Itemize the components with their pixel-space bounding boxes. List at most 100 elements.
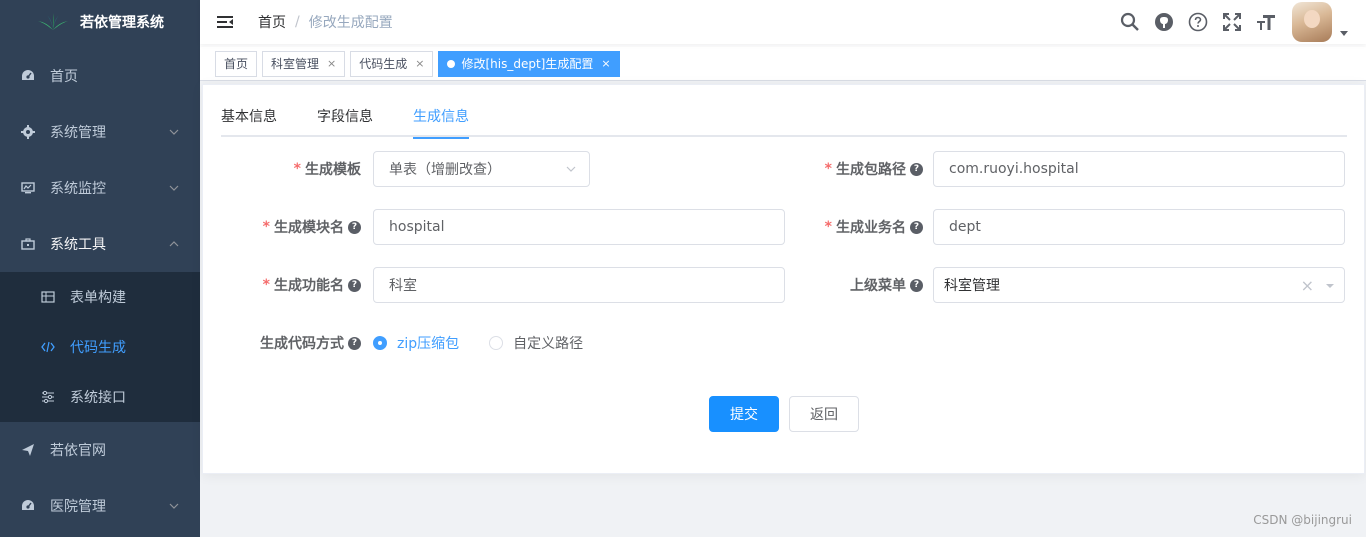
label-text: 生成代码方式	[260, 336, 344, 352]
sidebar-item-label: 若依官网	[50, 443, 106, 459]
question-circle-icon[interactable]: ?	[910, 162, 923, 176]
question-circle-icon[interactable]: ?	[348, 278, 361, 292]
package-label: * 生成包路径 ?	[783, 159, 923, 179]
parent-menu-value: 科室管理	[944, 278, 1000, 294]
tab-field-info[interactable]: 字段信息	[317, 85, 373, 137]
caret-down-icon[interactable]	[1340, 30, 1348, 36]
parent-menu-treeselect[interactable]: 科室管理 ×	[933, 267, 1345, 303]
question-circle-icon[interactable]: ?	[910, 278, 923, 292]
breadcrumb-separator: /	[295, 14, 300, 30]
sidebar-item-system-manage[interactable]: 系统管理	[0, 104, 200, 160]
package-input[interactable]: com.ruoyi.hospital	[933, 151, 1345, 187]
tag-label: 首页	[224, 56, 249, 71]
avatar[interactable]	[1292, 2, 1332, 42]
chevron-down-icon	[169, 129, 179, 135]
tag-code-gen[interactable]: 代码生成 ×	[350, 50, 434, 77]
submenu-system-tools: 表单构建 代码生成 系统接口	[0, 272, 200, 422]
row-gen-type: 生成代码方式 ? zip压缩包 自定义路径	[223, 333, 613, 353]
gen-config-card: 基本信息 字段信息 生成信息 * 生成模板 单表（增删改查） * 生成包路径 ?…	[202, 84, 1365, 474]
parent-menu-label: 上级菜单 ?	[783, 275, 923, 295]
tag-home[interactable]: 首页	[215, 50, 258, 77]
row-package: * 生成包路径 ? com.ruoyi.hospital	[783, 151, 1345, 187]
form-grid-icon	[40, 289, 56, 305]
radio-label: zip压缩包	[397, 336, 460, 352]
dashboard-icon	[20, 498, 36, 514]
tabs: 基本信息 字段信息 生成信息	[221, 85, 1347, 139]
tab-basic-info[interactable]: 基本信息	[221, 85, 277, 137]
radio-custom-path[interactable]: 自定义路径	[489, 333, 583, 353]
logo[interactable]: 若依管理系统	[0, 0, 200, 44]
radio-circle	[489, 336, 504, 350]
tag-dept-manage[interactable]: 科室管理 ×	[262, 50, 346, 77]
close-icon[interactable]: ×	[327, 52, 336, 76]
required-mark: *	[262, 219, 270, 235]
radio-zip[interactable]: zip压缩包	[373, 333, 459, 353]
business-input[interactable]: dept	[933, 209, 1345, 245]
template-label: * 生成模板	[223, 159, 361, 179]
required-mark: *	[824, 219, 832, 235]
app-title: 若依管理系统	[80, 15, 164, 31]
close-icon[interactable]: ×	[415, 52, 424, 76]
label-text: 生成功能名	[274, 278, 344, 294]
gen-type-label: 生成代码方式 ?	[223, 333, 361, 353]
sidebar-subitem-label: 系统接口	[70, 390, 126, 406]
search-icon[interactable]	[1120, 12, 1140, 32]
sliders-icon	[40, 389, 56, 405]
question-circle-icon[interactable]	[1188, 12, 1208, 32]
watermark: CSDN @bijingrui	[1253, 513, 1352, 527]
module-label: * 生成模块名 ?	[223, 217, 361, 237]
fullscreen-icon[interactable]	[1222, 12, 1242, 32]
function-label: * 生成功能名 ?	[223, 275, 361, 295]
sidebar-item-label: 医院管理	[50, 499, 106, 515]
breadcrumb-home[interactable]: 首页	[258, 12, 286, 32]
hamburger-icon[interactable]	[216, 13, 234, 31]
close-icon[interactable]: ×	[601, 52, 610, 76]
module-input[interactable]: hospital	[373, 209, 785, 245]
tag-label: 科室管理	[271, 56, 320, 71]
monitor-icon	[20, 180, 36, 196]
template-select[interactable]: 单表（增删改查）	[373, 151, 590, 187]
radio-circle	[373, 336, 387, 350]
caret-down-icon[interactable]	[1325, 281, 1335, 291]
sidebar-subitem-code-gen[interactable]: 代码生成	[0, 322, 200, 372]
active-dot-icon	[447, 59, 456, 68]
navbar: 首页 / 修改生成配置	[200, 0, 1366, 44]
tab-gen-info[interactable]: 生成信息	[413, 85, 469, 139]
question-circle-icon[interactable]: ?	[348, 336, 361, 350]
back-button[interactable]: 返回	[789, 396, 859, 432]
radio-label: 自定义路径	[513, 336, 584, 352]
sidebar-subitem-form-build[interactable]: 表单构建	[0, 272, 200, 322]
navbar-right	[1106, 0, 1348, 44]
gear-icon	[20, 124, 36, 140]
sidebar-item-hospital-manage[interactable]: 医院管理	[0, 478, 200, 534]
submit-button[interactable]: 提交	[709, 396, 779, 432]
form-actions: 提交 返回	[709, 396, 859, 432]
tags-view: 首页 科室管理 × 代码生成 × 修改[his_dept]生成配置 ×	[200, 47, 1366, 81]
question-circle-icon[interactable]: ?	[348, 220, 361, 234]
function-input[interactable]: 科室	[373, 267, 785, 303]
label-text: 生成模块名	[274, 220, 344, 236]
label-text: 生成模板	[305, 162, 361, 178]
breadcrumb-current: 修改生成配置	[308, 15, 393, 31]
template-select-value: 单表（增删改查）	[389, 162, 501, 178]
row-business: * 生成业务名 ? dept	[783, 209, 1345, 245]
sidebar-item-home[interactable]: 首页	[0, 48, 200, 104]
sidebar-item-system-tools[interactable]: 系统工具	[0, 216, 200, 272]
label-text: 上级菜单	[850, 278, 906, 294]
clear-icon[interactable]: ×	[1301, 276, 1314, 295]
chevron-down-icon	[169, 185, 179, 191]
sidebar-item-ruoyi-site[interactable]: 若依官网	[0, 422, 200, 478]
sidebar-subitem-system-api[interactable]: 系统接口	[0, 372, 200, 422]
chevron-up-icon	[169, 241, 179, 247]
sidebar-item-system-monitor[interactable]: 系统监控	[0, 160, 200, 216]
tag-edit-gen-config[interactable]: 修改[his_dept]生成配置 ×	[438, 50, 620, 77]
chevron-down-icon	[566, 166, 576, 172]
github-icon[interactable]	[1154, 12, 1174, 32]
sidebar-item-label: 系统管理	[50, 125, 106, 141]
sidebar-item-label: 系统工具	[50, 237, 106, 253]
row-parent-menu: 上级菜单 ? 科室管理 ×	[783, 267, 1345, 303]
font-size-icon[interactable]	[1256, 12, 1276, 32]
tag-label: 修改[his_dept]生成配置	[461, 56, 594, 71]
toolbox-icon	[20, 236, 36, 252]
question-circle-icon[interactable]: ?	[910, 220, 923, 234]
